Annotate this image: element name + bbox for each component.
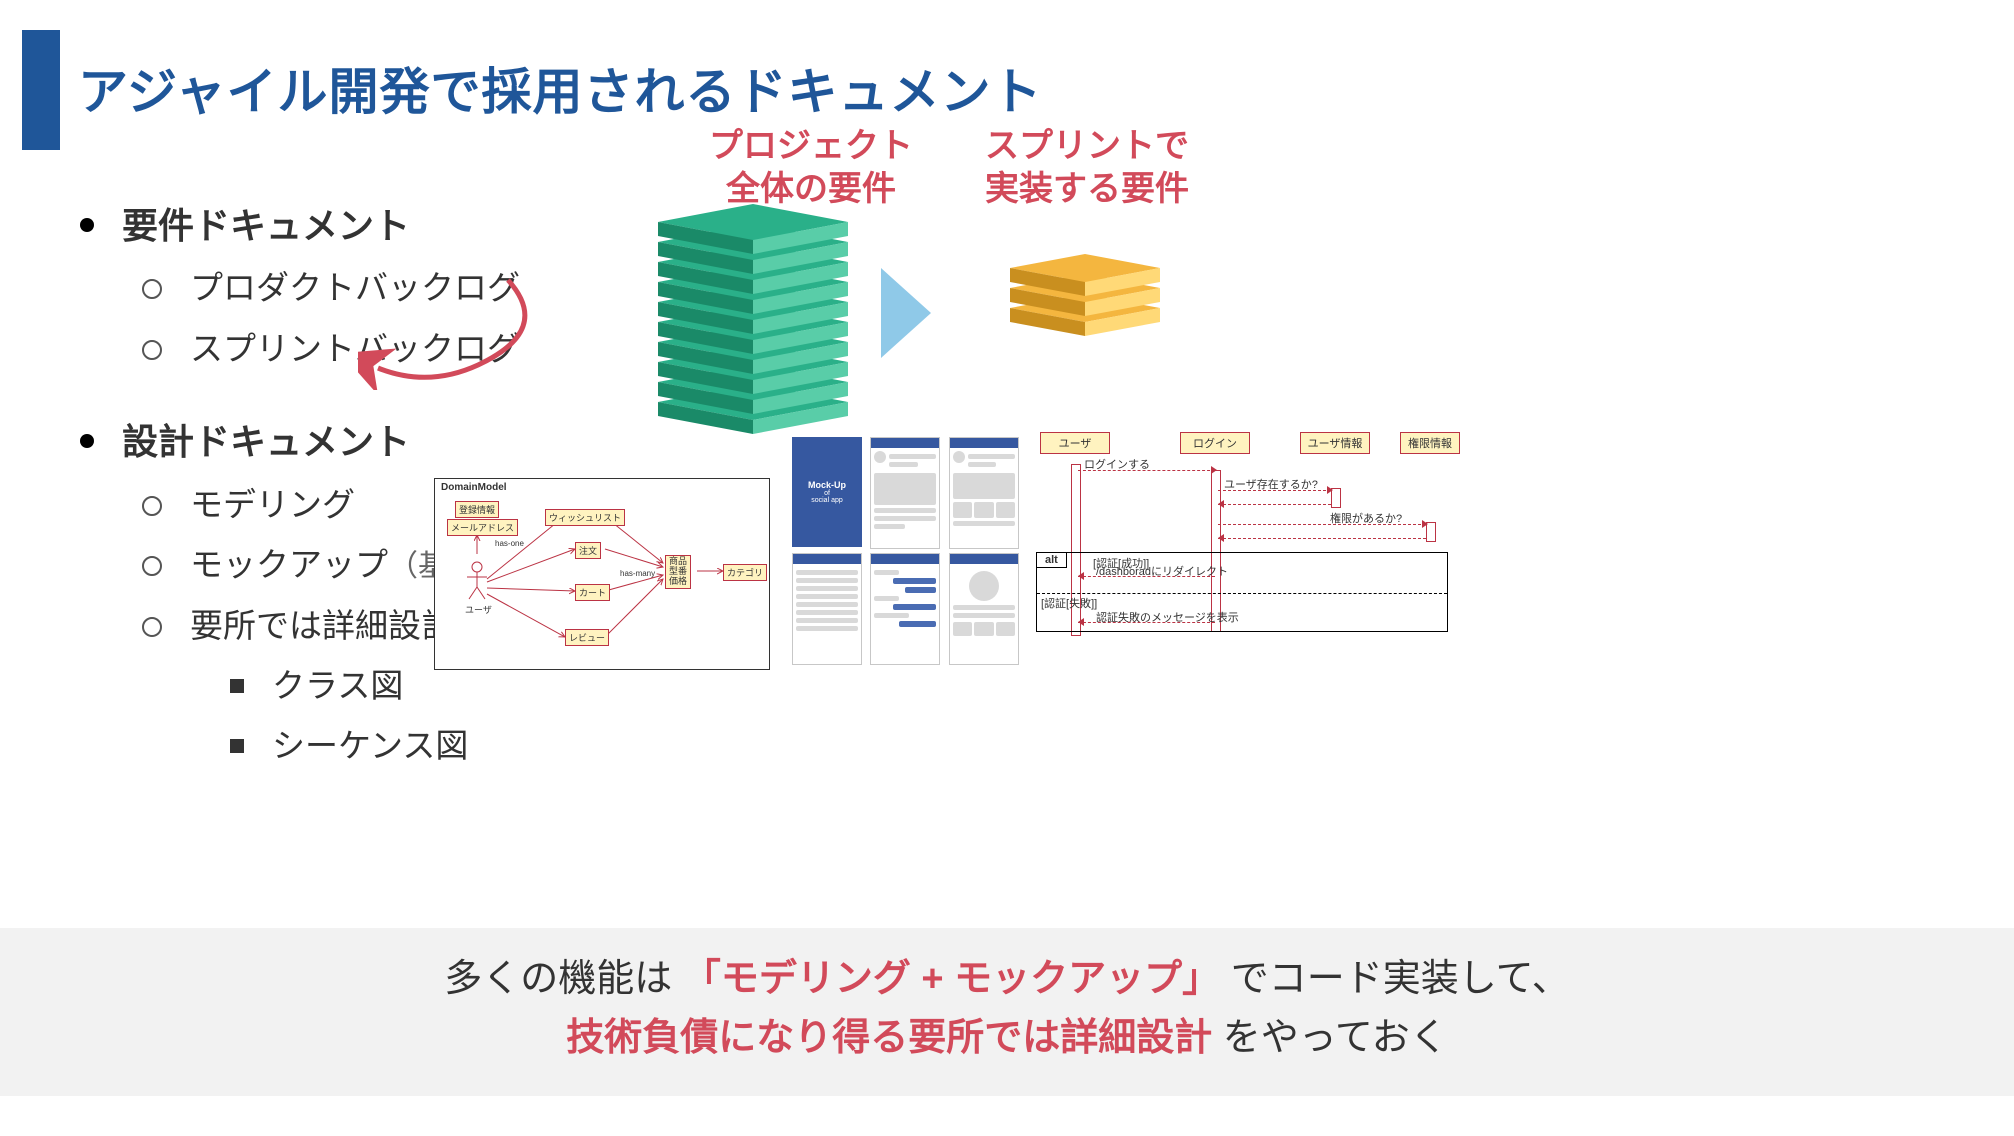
phone-thumb: [870, 553, 940, 665]
msg-exists: ユーザ存在するか?: [1224, 476, 1318, 492]
bullet-text: モックアップ: [190, 546, 388, 583]
caption-text: プロジェクト 全体の要件: [709, 127, 913, 208]
footer-accent: 「モデリング + モックアップ」: [683, 958, 1220, 1000]
mockup-hero-line1: Mock-Up: [808, 480, 846, 490]
lifeline-login: ログインログイン: [1180, 432, 1250, 454]
phone-thumb: [870, 437, 940, 549]
caption-sprint-requirements: スプリントで 実装する要件: [932, 125, 1242, 210]
footer-text: をやっておく: [1223, 1017, 1448, 1059]
node-mail: メールアドレス: [447, 519, 518, 536]
mockup-hero-line3: social app: [811, 497, 843, 504]
phone-thumb: [949, 437, 1019, 549]
lifeline-label: ログイン: [1180, 432, 1250, 454]
footer-text: でコード実装して、: [1231, 958, 1570, 1000]
sequence-diagram: ユーザユーザ ログインログイン ユーザ情報ユーザ情報 権限情報権限情報 ログイン…: [1040, 432, 1460, 664]
bullet-circle-icon: [142, 340, 162, 360]
curved-arrow-icon: [358, 270, 558, 390]
mockup-hero: Mock-Up of social app: [792, 437, 862, 547]
bullet-label: クラス図: [272, 659, 403, 713]
msg-redirect: /dashboradにリダイレクト: [1096, 563, 1228, 579]
bullet-square-icon: [230, 679, 244, 693]
play-arrow-icon: [876, 263, 936, 363]
mockup-hero-line2: of: [824, 490, 830, 497]
edge-has-one: has-one: [495, 539, 524, 548]
bullet-design-docs: 設計ドキュメント: [80, 412, 688, 471]
bullet-label: 設計ドキュメント: [122, 412, 410, 471]
bullet-label: シーケンス図: [272, 719, 468, 773]
bullet-label: 要所では詳細設計: [190, 599, 454, 653]
node-product: 商品 型番 価格: [665, 555, 691, 589]
stack-teal-icon: [658, 204, 848, 444]
lifeline-label: ユーザ: [1040, 432, 1110, 454]
caption-project-requirements: プロジェクト 全体の要件: [656, 125, 966, 210]
phone-thumb: [792, 553, 862, 665]
title-accent-bar: [22, 30, 60, 150]
slide-title: アジャイル開発で採用されるドキュメント: [78, 52, 1043, 124]
bullet-circle-icon: [142, 496, 162, 516]
bullet-dot-icon: [80, 434, 94, 448]
msg-fail: 認証失敗のメッセージを表示: [1096, 609, 1239, 625]
lifeline-user-info: ユーザ情報ユーザ情報: [1300, 432, 1370, 454]
lifeline-label: ユーザ情報: [1300, 432, 1370, 454]
footer-text: 多くの機能は: [444, 958, 672, 1000]
node-cart: カート: [575, 584, 610, 601]
node-order: 注文: [575, 542, 601, 559]
caption-text: スプリントで 実装する要件: [985, 127, 1189, 208]
msg-login: ログインする: [1084, 456, 1150, 472]
bullet-label: モデリング: [190, 478, 355, 532]
bullet-circle-icon: [142, 617, 162, 637]
msg-perm: 権限があるか?: [1330, 510, 1402, 526]
bullet-requirement-docs: 要件ドキュメント: [80, 196, 688, 255]
footer-accent: 技術負債になり得る要所では詳細設計: [566, 1017, 1212, 1059]
phone-thumb: [949, 553, 1019, 665]
node-review: レビュー: [565, 629, 609, 646]
domain-model-diagram: DomainModel 登録情報 メールアドレス ユーザ has-one ウィッ…: [434, 478, 770, 670]
mockup-thumbnails: Mock-Up of social app: [790, 435, 1021, 667]
node-registration: 登録情報: [455, 501, 499, 518]
alt-label: alt: [1037, 553, 1067, 568]
bullet-square-icon: [230, 739, 244, 753]
bullet-dot-icon: [80, 218, 94, 232]
footer-summary: 多くの機能は 「モデリング + モックアップ」 でコード実装して、 技術負債にな…: [0, 928, 2014, 1096]
node-wishlist: ウィッシュリスト: [545, 509, 625, 526]
stack-yellow-icon: [1010, 254, 1160, 354]
bullet-label: 要件ドキュメント: [122, 196, 410, 255]
alt-guard-fail: [認証[失敗]]: [1041, 595, 1097, 611]
bullet-circle-icon: [142, 279, 162, 299]
lifeline-user: ユーザユーザ: [1040, 432, 1110, 454]
slide: アジャイル開発で採用されるドキュメント 要件ドキュメント プロダクトバックログ …: [0, 0, 2014, 1136]
lifeline-perm-info: 権限情報権限情報: [1400, 432, 1460, 454]
node-user: ユーザ: [465, 603, 492, 616]
edge-has-many: has-many: [620, 569, 655, 578]
node-category: カテゴリ: [723, 564, 767, 581]
stick-figure-icon: [463, 561, 491, 601]
node-text: 商品 型番 価格: [669, 556, 687, 586]
bullet-circle-icon: [142, 556, 162, 576]
lifeline-label: 権限情報: [1400, 432, 1460, 454]
bullet-sequence-diagram: シーケンス図: [230, 719, 688, 773]
